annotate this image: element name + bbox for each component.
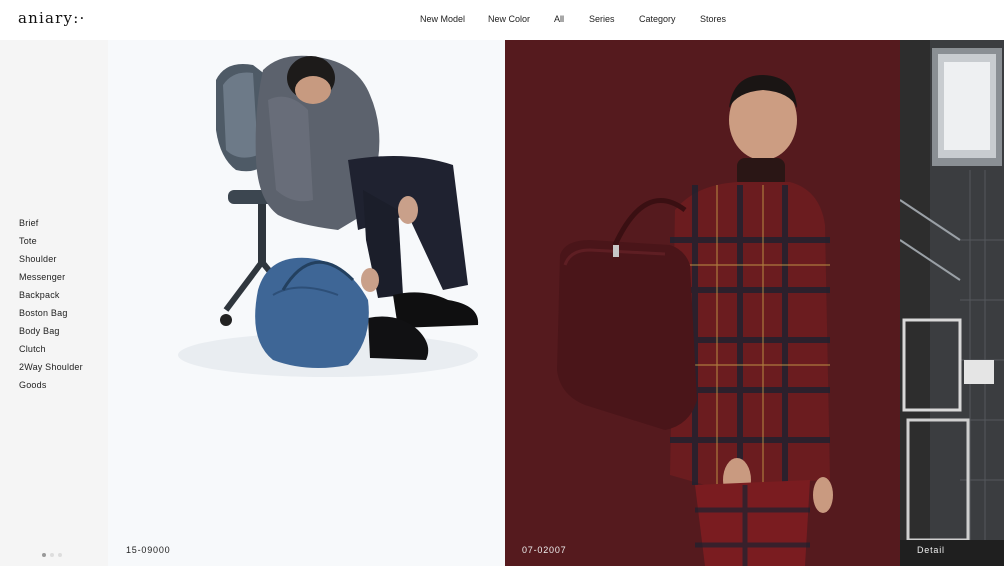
category-item-messenger[interactable]: Messenger — [19, 272, 83, 290]
product-code-caption: 15-09000 — [126, 545, 171, 555]
category-item-shoulder[interactable]: Shoulder — [19, 254, 83, 272]
main-nav: New Model New Color All Series Category … — [0, 14, 1004, 28]
site-header: aniary:· New Model New Color All Series … — [0, 0, 1004, 40]
category-item-boston-bag[interactable]: Boston Bag — [19, 308, 83, 326]
product-photo-burgundy-tote — [505, 40, 900, 566]
product-code-caption: 07-02007 — [522, 545, 567, 555]
category-sidebar: Brief Tote Shoulder Messenger Backpack B… — [0, 40, 108, 566]
product-photo-blue-bag — [178, 55, 479, 377]
category-item-brief[interactable]: Brief — [19, 218, 83, 236]
nav-all[interactable]: All — [554, 14, 564, 24]
category-item-body-bag[interactable]: Body Bag — [19, 326, 83, 344]
detail-photo-street — [900, 40, 1004, 566]
category-item-goods[interactable]: Goods — [19, 380, 83, 398]
nav-stores[interactable]: Stores — [700, 14, 726, 24]
nav-new-color[interactable]: New Color — [488, 14, 530, 24]
category-item-backpack[interactable]: Backpack — [19, 290, 83, 308]
pager-dot-2[interactable] — [50, 553, 54, 557]
product-panel-2[interactable]: 07-02007 — [505, 40, 900, 566]
pager-dot-3[interactable] — [58, 553, 62, 557]
category-item-clutch[interactable]: Clutch — [19, 344, 83, 362]
category-item-2way-shoulder[interactable]: 2Way Shoulder — [19, 362, 83, 380]
category-list: Brief Tote Shoulder Messenger Backpack B… — [19, 218, 83, 398]
category-item-tote[interactable]: Tote — [19, 236, 83, 254]
detail-caption[interactable]: Detail — [917, 545, 945, 555]
detail-panel[interactable]: Detail — [900, 40, 1004, 566]
pager-dot-1[interactable] — [42, 553, 46, 557]
product-panel-1[interactable]: 15-09000 — [108, 40, 505, 566]
nav-new-model[interactable]: New Model — [420, 14, 465, 24]
nav-category[interactable]: Category — [639, 14, 676, 24]
nav-series[interactable]: Series — [589, 14, 615, 24]
slide-pager — [42, 544, 66, 562]
